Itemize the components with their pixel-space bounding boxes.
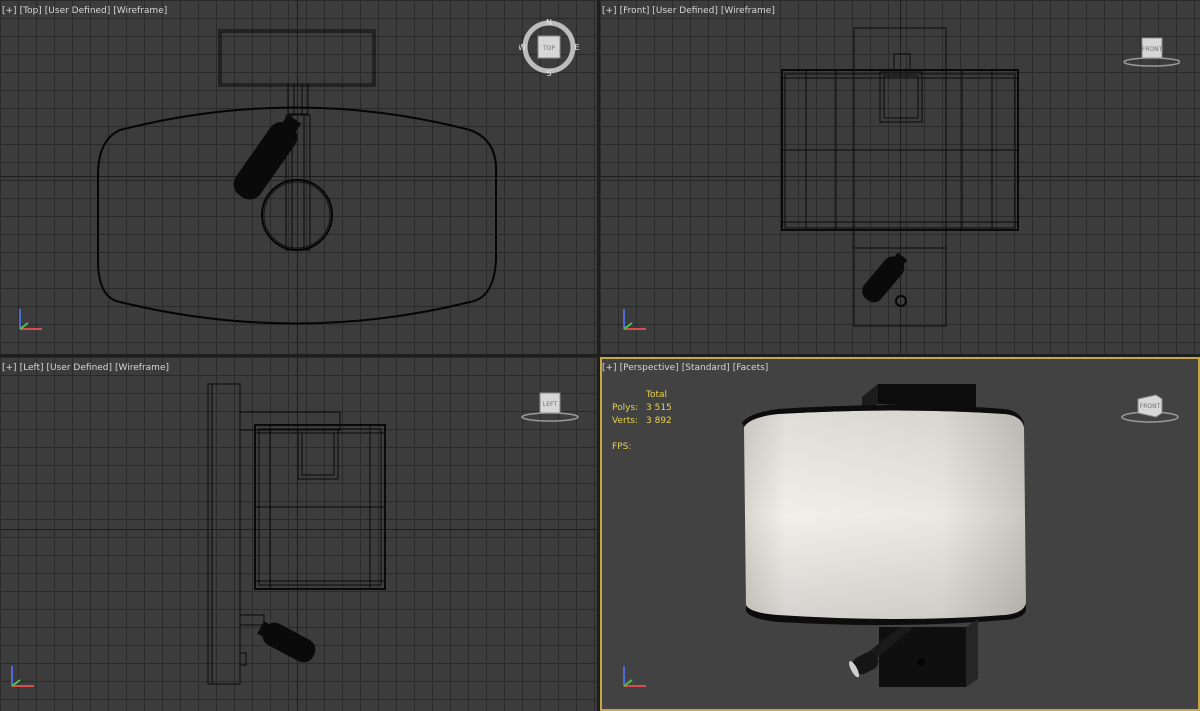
- axis-tripod-front: [616, 305, 652, 335]
- stats-header: Total: [646, 390, 668, 400]
- svg-text:TOP: TOP: [542, 45, 555, 52]
- viewcube-front[interactable]: FRONT: [1120, 30, 1180, 70]
- viewport-layout: [+] [Top] [User Defined] [Wireframe] TOP…: [0, 0, 1200, 711]
- svg-text:FRONT: FRONT: [1140, 403, 1161, 410]
- viewport-point-of-view-menu[interactable]: [Top]: [20, 6, 42, 16]
- svg-text:FRONT: FRONT: [1142, 46, 1163, 53]
- viewport-point-of-view-menu[interactable]: [Front]: [620, 6, 650, 16]
- viewport-point-of-view-menu[interactable]: [Perspective]: [620, 363, 679, 373]
- viewcube-icon[interactable]: FRONT: [1120, 387, 1180, 427]
- stats-verts-label: Verts:: [612, 416, 638, 426]
- viewport-left-label: [+] [Left] [User Defined] [Wireframe]: [2, 363, 169, 373]
- svg-text:W: W: [519, 43, 526, 52]
- viewcube-perspective[interactable]: FRONT: [1120, 387, 1180, 427]
- xyz-axis-tripod-icon: [623, 666, 646, 687]
- stats-verts-value: 3 892: [646, 416, 672, 426]
- axis-tripod-top: [12, 305, 48, 335]
- viewport-left[interactable]: [+] [Left] [User Defined] [Wireframe] LE…: [0, 357, 597, 711]
- front-wireframe-model: [781, 27, 1019, 327]
- viewcube-icon[interactable]: FRONT: [1120, 30, 1180, 70]
- viewport-shading-menu-2[interactable]: [Facets]: [733, 363, 769, 373]
- viewport-front[interactable]: [+] [Front] [User Defined] [Wireframe] F…: [600, 0, 1200, 354]
- svg-text:N: N: [546, 18, 552, 27]
- viewport-menu-plus[interactable]: [+]: [602, 363, 617, 373]
- xyz-axis-tripod-icon: [623, 309, 646, 330]
- svg-text:E: E: [574, 43, 579, 52]
- xyz-axis-tripod-icon: [11, 666, 34, 687]
- stats-polys-label: Polys:: [612, 403, 639, 413]
- viewport-perspective[interactable]: [+] [Perspective] [Standard] [Facets] Total…: [600, 357, 1200, 711]
- stats-verts-row: Verts: 3 892: [612, 415, 672, 428]
- viewport-point-of-view-menu[interactable]: [Left]: [20, 363, 44, 373]
- scene-statistics: Total Polys: 3 515 Verts: 3 892 FPS:: [612, 389, 672, 454]
- viewcube-left[interactable]: LEFT: [520, 387, 580, 427]
- viewport-top[interactable]: [+] [Top] [User Defined] [Wireframe] TOP…: [0, 0, 597, 354]
- svg-text:LEFT: LEFT: [543, 401, 557, 408]
- perspective-rendered-model: [742, 384, 1026, 687]
- xyz-axis-tripod-icon: [19, 309, 42, 330]
- left-wireframe-model: [207, 383, 386, 685]
- viewcube-icon[interactable]: TOP N S E W: [519, 16, 579, 78]
- stats-polys-row: Polys: 3 515: [612, 402, 672, 415]
- viewport-top-label: [+] [Top] [User Defined] [Wireframe]: [2, 6, 167, 16]
- viewport-shading-menu-2[interactable]: [Wireframe]: [113, 6, 167, 16]
- viewport-shading-menu-2[interactable]: [Wireframe]: [115, 363, 169, 373]
- viewport-menu-plus[interactable]: [+]: [2, 363, 17, 373]
- viewport-shading-menu-2[interactable]: [Wireframe]: [721, 6, 775, 16]
- stats-fps-label: FPS:: [612, 442, 632, 452]
- viewport-shading-menu-1[interactable]: [User Defined]: [45, 6, 111, 16]
- viewport-shading-menu-1[interactable]: [User Defined]: [652, 6, 718, 16]
- viewport-menu-plus[interactable]: [+]: [602, 6, 617, 16]
- top-wireframe-model: [97, 29, 498, 325]
- viewport-shading-menu-1[interactable]: [Standard]: [682, 363, 730, 373]
- viewport-shading-menu-1[interactable]: [User Defined]: [47, 363, 113, 373]
- viewport-menu-plus[interactable]: [+]: [2, 6, 17, 16]
- viewcube-icon[interactable]: LEFT: [520, 387, 580, 427]
- svg-text:S: S: [546, 69, 551, 78]
- viewport-perspective-label: [+] [Perspective] [Standard] [Facets]: [602, 363, 768, 373]
- stats-polys-value: 3 515: [646, 403, 672, 413]
- axis-tripod-left: [4, 662, 40, 692]
- viewport-front-label: [+] [Front] [User Defined] [Wireframe]: [602, 6, 775, 16]
- viewcube-top[interactable]: TOP N S E W: [519, 16, 579, 78]
- axis-tripod-perspective: [616, 662, 652, 692]
